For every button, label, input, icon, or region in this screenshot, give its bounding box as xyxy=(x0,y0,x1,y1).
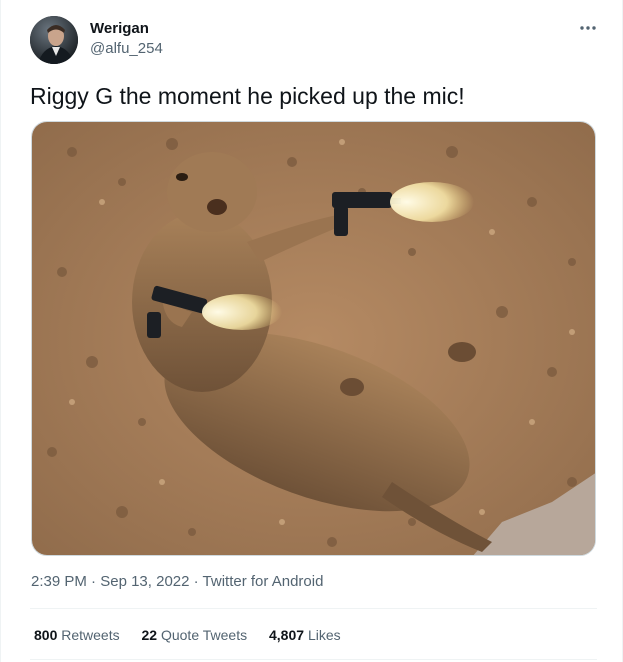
retweets-label: Retweets xyxy=(61,627,120,643)
tweet-meta: 2:39 PM · Sep 13, 2022 · Twitter for And… xyxy=(31,572,323,592)
avatar[interactable] xyxy=(30,16,78,64)
tweet-text: Riggy G the moment he picked up the mic! xyxy=(30,83,465,109)
likes-count: 4,807 xyxy=(269,627,305,643)
quote-tweets-count: 22 xyxy=(141,627,158,643)
likes-stat[interactable]: 4,807 Likes xyxy=(269,625,341,645)
tweet-media-photo[interactable] xyxy=(31,121,596,556)
prairie-dog-photo-icon xyxy=(32,122,595,555)
more-options-icon[interactable] xyxy=(578,18,598,38)
tweet-source[interactable]: Twitter for Android xyxy=(203,573,324,590)
meta-separator: · xyxy=(86,573,101,590)
retweets-count: 800 xyxy=(34,627,58,643)
author-display-name[interactable]: Werigan xyxy=(90,19,163,39)
tweet-time[interactable]: 2:39 PM xyxy=(31,573,87,590)
tweet-header: Werigan @alfu_254 xyxy=(30,16,600,64)
retweets-stat[interactable]: 800 Retweets xyxy=(34,625,120,645)
author-names: Werigan @alfu_254 xyxy=(90,19,163,59)
meta-separator: · xyxy=(189,573,203,590)
author-handle[interactable]: @alfu_254 xyxy=(90,39,163,59)
divider xyxy=(30,659,597,660)
avatar-photo-icon xyxy=(30,16,78,64)
quote-tweets-stat[interactable]: 22 Quote Tweets xyxy=(142,625,248,645)
tweet-card: Werigan @alfu_254 Riggy G the moment he … xyxy=(0,0,623,662)
likes-label: Likes xyxy=(307,627,341,643)
tweet-date[interactable]: Sep 13, 2022 xyxy=(100,573,189,590)
tweet-stats: 800 Retweets 22 Quote Tweets 4,807 Likes xyxy=(34,625,359,645)
quote-tweets-label: Quote Tweets xyxy=(160,627,248,643)
divider xyxy=(30,608,597,609)
